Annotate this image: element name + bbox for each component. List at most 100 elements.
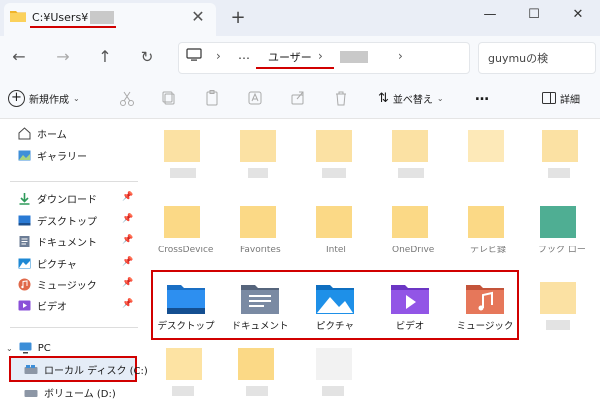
tab-title: C:¥Users¥ [32, 11, 89, 24]
pin-icon[interactable]: 📌 [122, 235, 133, 245]
folder-tv[interactable] [468, 206, 504, 238]
monitor-icon [186, 48, 202, 61]
breadcrumb-user-redacted[interactable] [340, 51, 368, 63]
sidebar-item-label: ピクチャ [37, 259, 77, 271]
sidebar-item-videos[interactable]: ビデオ [18, 296, 67, 314]
sidebar-item-desktop[interactable]: デスクトップ [18, 211, 97, 229]
forward-button[interactable]: → [50, 44, 76, 70]
pin-icon[interactable]: 📌 [122, 299, 133, 309]
library-label: ミュージック [456, 321, 514, 332]
folder-onedrive[interactable] [392, 206, 428, 238]
copy-icon[interactable] [160, 89, 178, 107]
rename-icon[interactable] [246, 89, 264, 107]
desktop-icon [18, 215, 31, 225]
library-music[interactable]: ミュージック [452, 281, 518, 332]
pin-icon[interactable]: 📌 [122, 214, 133, 224]
sidebar-item-home[interactable]: ホーム [18, 124, 67, 142]
minimize-button[interactable]: — [468, 0, 512, 30]
sidebar-item-label: ミュージック [37, 280, 97, 292]
file-list [146, 119, 600, 404]
breadcrumb[interactable] [178, 42, 470, 74]
folder-intel[interactable] [316, 206, 352, 238]
library-desktop[interactable]: デスクトップ [153, 281, 219, 332]
sidebar-item-music[interactable]: ミュージック [18, 275, 97, 293]
videos-icon [18, 300, 31, 310]
pictures-icon [18, 258, 31, 268]
music-folder-icon [466, 285, 504, 314]
delete-icon[interactable] [332, 89, 350, 107]
label-redacted [172, 386, 194, 396]
up-button[interactable]: ↑ [92, 44, 118, 70]
sidebar-item-label: ドキュメント [37, 237, 97, 249]
sidebar-item-local-disk[interactable]: ローカル ディスク (C:) [24, 360, 148, 378]
sidebar-item-documents[interactable]: ドキュメント [18, 232, 97, 250]
folder-icon [10, 11, 26, 22]
tab-highlight-underline [30, 26, 116, 28]
more-options-button[interactable]: … [475, 88, 490, 104]
details-pane-button[interactable]: 詳細 [542, 89, 580, 107]
sort-button[interactable]: ⇅ 並べ替え ⌄ [378, 89, 444, 107]
pin-icon[interactable]: 📌 [122, 257, 133, 267]
sidebar-item-label: ボリューム (D:) [44, 388, 116, 400]
arrow-left-icon: ← [12, 47, 26, 66]
folder-redacted[interactable] [316, 130, 352, 162]
search-input[interactable]: guymuの検 [488, 50, 548, 66]
folder-redacted[interactable] [164, 130, 200, 162]
pin-icon[interactable]: 📌 [122, 192, 133, 202]
folder-label: CrossDevice [158, 246, 214, 255]
sidebar-item-pictures[interactable]: ピクチャ [18, 254, 77, 272]
sidebar-item-gallery[interactable]: ギャラリー [18, 146, 87, 164]
chevron-down-icon: ⌄ [73, 93, 80, 103]
folder-redacted[interactable] [392, 130, 428, 162]
maximize-button[interactable]: ☐ [512, 0, 556, 30]
folder-redacted[interactable] [240, 130, 276, 162]
pc-icon [19, 342, 32, 354]
file-redacted[interactable] [316, 348, 352, 380]
sidebar-item-downloads[interactable]: ダウンロード [18, 189, 97, 207]
breadcrumb-separator[interactable]: › [398, 49, 403, 63]
sort-button-label: 並べ替え [392, 94, 433, 106]
refresh-button[interactable]: ↻ [134, 44, 160, 70]
documents-icon [19, 235, 30, 247]
folder-redacted[interactable] [238, 348, 274, 380]
music-icon [18, 278, 31, 290]
arrow-right-icon: → [56, 47, 70, 66]
folder-label: Favorites [240, 246, 281, 255]
library-videos[interactable]: ビデオ [377, 281, 443, 332]
sidebar-item-label: ダウンロード [37, 194, 97, 206]
new-button[interactable]: + 新規作成 ⌄ [8, 88, 80, 108]
paste-icon[interactable] [203, 89, 221, 107]
folder-redacted[interactable] [468, 130, 504, 162]
sidebar-item-volume-d[interactable]: ボリューム (D:) [24, 383, 116, 401]
breadcrumb-users[interactable]: ユーザー [268, 49, 312, 65]
documents-folder-icon [241, 285, 279, 314]
breadcrumb-separator[interactable]: › [216, 49, 221, 63]
sidebar-item-pc[interactable]: ⌄ PC [6, 339, 51, 357]
breadcrumb-more[interactable]: … [238, 48, 251, 62]
share-icon[interactable] [289, 89, 307, 107]
folder-crossdevice[interactable] [164, 206, 200, 238]
folder-label: OneDrive [392, 246, 435, 255]
plus-icon: + [8, 89, 25, 107]
folder-redacted[interactable] [540, 282, 576, 314]
sidebar-divider [10, 181, 138, 182]
tab-title-redacted [90, 11, 114, 24]
pin-icon[interactable]: 📌 [122, 278, 133, 288]
close-window-button[interactable]: ✕ [556, 0, 600, 30]
folder-favorites[interactable] [240, 206, 276, 238]
tab-close-button[interactable]: ✕ [187, 8, 209, 26]
back-button[interactable]: ← [6, 44, 32, 70]
details-pane-icon [542, 92, 556, 104]
sidebar-item-label: デスクトップ [37, 216, 97, 228]
details-button-label: 詳細 [560, 94, 580, 106]
folder-redacted[interactable] [542, 130, 578, 162]
gallery-icon [18, 150, 31, 160]
folder-book[interactable] [540, 206, 576, 238]
label-redacted [170, 168, 196, 178]
library-pictures[interactable]: ピクチャ [302, 281, 368, 332]
breadcrumb-separator[interactable]: › [318, 49, 323, 63]
library-documents[interactable]: ドキュメント [227, 281, 293, 332]
folder-redacted[interactable] [166, 348, 202, 380]
new-tab-button[interactable]: + [227, 8, 249, 28]
cut-icon[interactable] [118, 89, 136, 107]
